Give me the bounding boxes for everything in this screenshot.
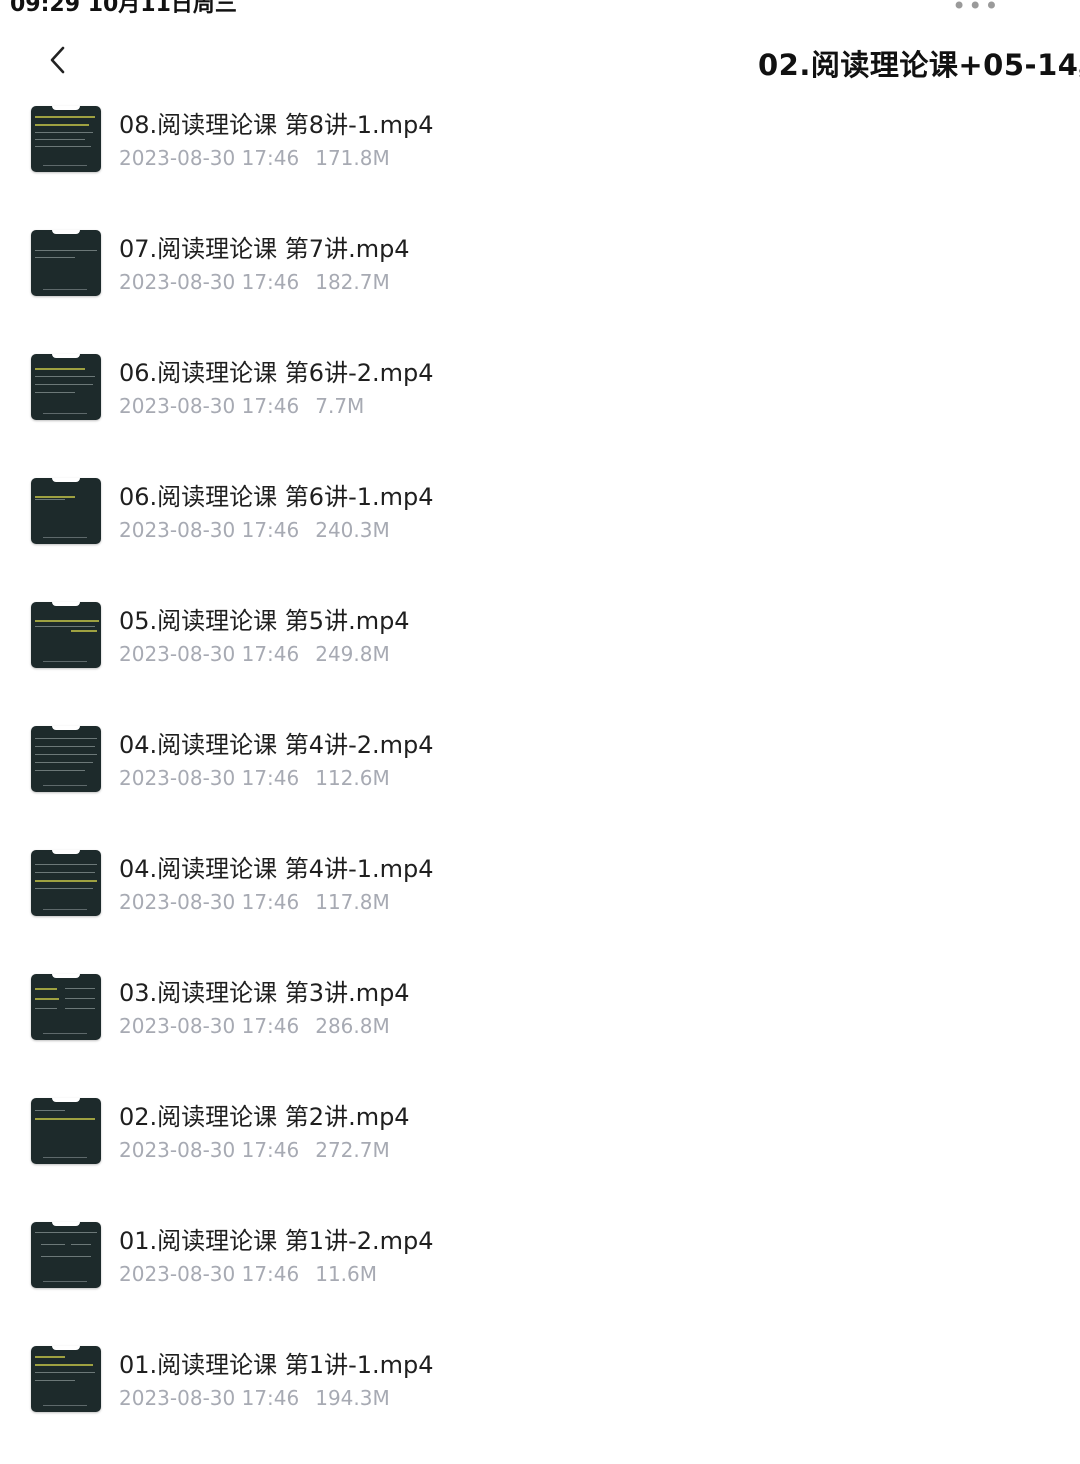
file-date: 2023-08-30 17:46 (119, 890, 300, 914)
file-name: 04.阅读理论课 第4讲-2.mp4 (119, 731, 434, 759)
file-row[interactable]: 06.阅读理论课 第6讲-2.mp4 2023-08-30 17:46 7.7M (0, 348, 1080, 472)
file-meta: 2023-08-30 17:46 272.7M (119, 1138, 390, 1162)
file-name: 06.阅读理论课 第6讲-2.mp4 (119, 359, 434, 387)
file-date: 2023-08-30 17:46 (119, 642, 300, 666)
file-size: 112.6M (315, 766, 390, 790)
video-thumbnail (31, 354, 101, 420)
file-size: 272.7M (315, 1138, 390, 1162)
video-thumbnail (31, 106, 101, 172)
file-size: 194.3M (315, 1386, 390, 1410)
back-button[interactable] (40, 40, 76, 80)
file-row[interactable]: 08.阅读理论课 第8讲-1.mp4 2023-08-30 17:46 171.8M (0, 100, 1080, 224)
file-name: 02.阅读理论课 第2讲.mp4 (119, 1103, 410, 1131)
video-thumbnail (31, 726, 101, 792)
file-size: 182.7M (315, 270, 390, 294)
file-name: 08.阅读理论课 第8讲-1.mp4 (119, 111, 434, 139)
status-bar: 09:29 10月11日周三 ••• (0, 0, 1080, 20)
file-meta: 2023-08-30 17:46 112.6M (119, 766, 390, 790)
file-meta: 2023-08-30 17:46 117.8M (119, 890, 390, 914)
file-row[interactable]: 07.阅读理论课 第7讲.mp4 2023-08-30 17:46 182.7M (0, 224, 1080, 348)
file-row[interactable]: 05.阅读理论课 第5讲.mp4 2023-08-30 17:46 249.8M (0, 596, 1080, 720)
file-meta: 2023-08-30 17:46 194.3M (119, 1386, 390, 1410)
file-meta: 2023-08-30 17:46 286.8M (119, 1014, 390, 1038)
file-row[interactable]: 03.阅读理论课 第3讲.mp4 2023-08-30 17:46 286.8M (0, 968, 1080, 1092)
file-meta: 2023-08-30 17:46 7.7M (119, 394, 364, 418)
file-name: 01.阅读理论课 第1讲-2.mp4 (119, 1227, 434, 1255)
file-size: 171.8M (315, 146, 390, 170)
file-name: 04.阅读理论课 第4讲-1.mp4 (119, 855, 434, 883)
file-size: 249.8M (315, 642, 390, 666)
file-name: 06.阅读理论课 第6讲-1.mp4 (119, 483, 434, 511)
file-meta: 2023-08-30 17:46 171.8M (119, 146, 390, 170)
file-name: 05.阅读理论课 第5讲.mp4 (119, 607, 410, 635)
file-size: 11.6M (315, 1262, 378, 1286)
video-thumbnail (31, 1346, 101, 1412)
file-row[interactable]: 02.阅读理论课 第2讲.mp4 2023-08-30 17:46 272.7M (0, 1092, 1080, 1216)
file-name: 01.阅读理论课 第1讲-1.mp4 (119, 1351, 434, 1379)
video-thumbnail (31, 1222, 101, 1288)
video-thumbnail (31, 478, 101, 544)
ellipsis-icon[interactable]: ••• (952, 0, 1000, 20)
file-meta: 2023-08-30 17:46 240.3M (119, 518, 390, 542)
nav-bar: 02.阅读理论课+05-14真 (0, 30, 1080, 94)
file-row[interactable]: 01.阅读理论课 第1讲-2.mp4 2023-08-30 17:46 11.6M (0, 1216, 1080, 1340)
file-size: 286.8M (315, 1014, 390, 1038)
video-thumbnail (31, 602, 101, 668)
video-thumbnail (31, 230, 101, 296)
file-size: 7.7M (315, 394, 365, 418)
page-title: 02.阅读理论课+05-14真 (758, 48, 1080, 82)
file-row[interactable]: 04.阅读理论课 第4讲-2.mp4 2023-08-30 17:46 112.6M (0, 720, 1080, 844)
file-date: 2023-08-30 17:46 (119, 766, 300, 790)
file-meta: 2023-08-30 17:46 249.8M (119, 642, 390, 666)
file-row[interactable]: 01.阅读理论课 第1讲-1.mp4 2023-08-30 17:46 194.3M (0, 1340, 1080, 1464)
file-name: 07.阅读理论课 第7讲.mp4 (119, 235, 410, 263)
file-size: 240.3M (315, 518, 390, 542)
file-row[interactable]: 04.阅读理论课 第4讲-1.mp4 2023-08-30 17:46 117.8M (0, 844, 1080, 968)
file-date: 2023-08-30 17:46 (119, 1386, 300, 1410)
file-date: 2023-08-30 17:46 (119, 146, 300, 170)
file-date: 2023-08-30 17:46 (119, 1014, 300, 1038)
status-time: 09:29 10月11日周三 (10, 0, 237, 17)
file-date: 2023-08-30 17:46 (119, 518, 300, 542)
file-date: 2023-08-30 17:46 (119, 270, 300, 294)
video-thumbnail (31, 1098, 101, 1164)
file-date: 2023-08-30 17:46 (119, 1138, 300, 1162)
file-date: 2023-08-30 17:46 (119, 394, 300, 418)
chevron-left-icon (50, 46, 65, 74)
video-thumbnail (31, 850, 101, 916)
video-thumbnail (31, 974, 101, 1040)
file-meta: 2023-08-30 17:46 11.6M (119, 1262, 377, 1286)
file-row[interactable]: 06.阅读理论课 第6讲-1.mp4 2023-08-30 17:46 240.3M (0, 472, 1080, 596)
file-size: 117.8M (315, 890, 390, 914)
file-date: 2023-08-30 17:46 (119, 1262, 300, 1286)
file-name: 03.阅读理论课 第3讲.mp4 (119, 979, 410, 1007)
file-meta: 2023-08-30 17:46 182.7M (119, 270, 390, 294)
